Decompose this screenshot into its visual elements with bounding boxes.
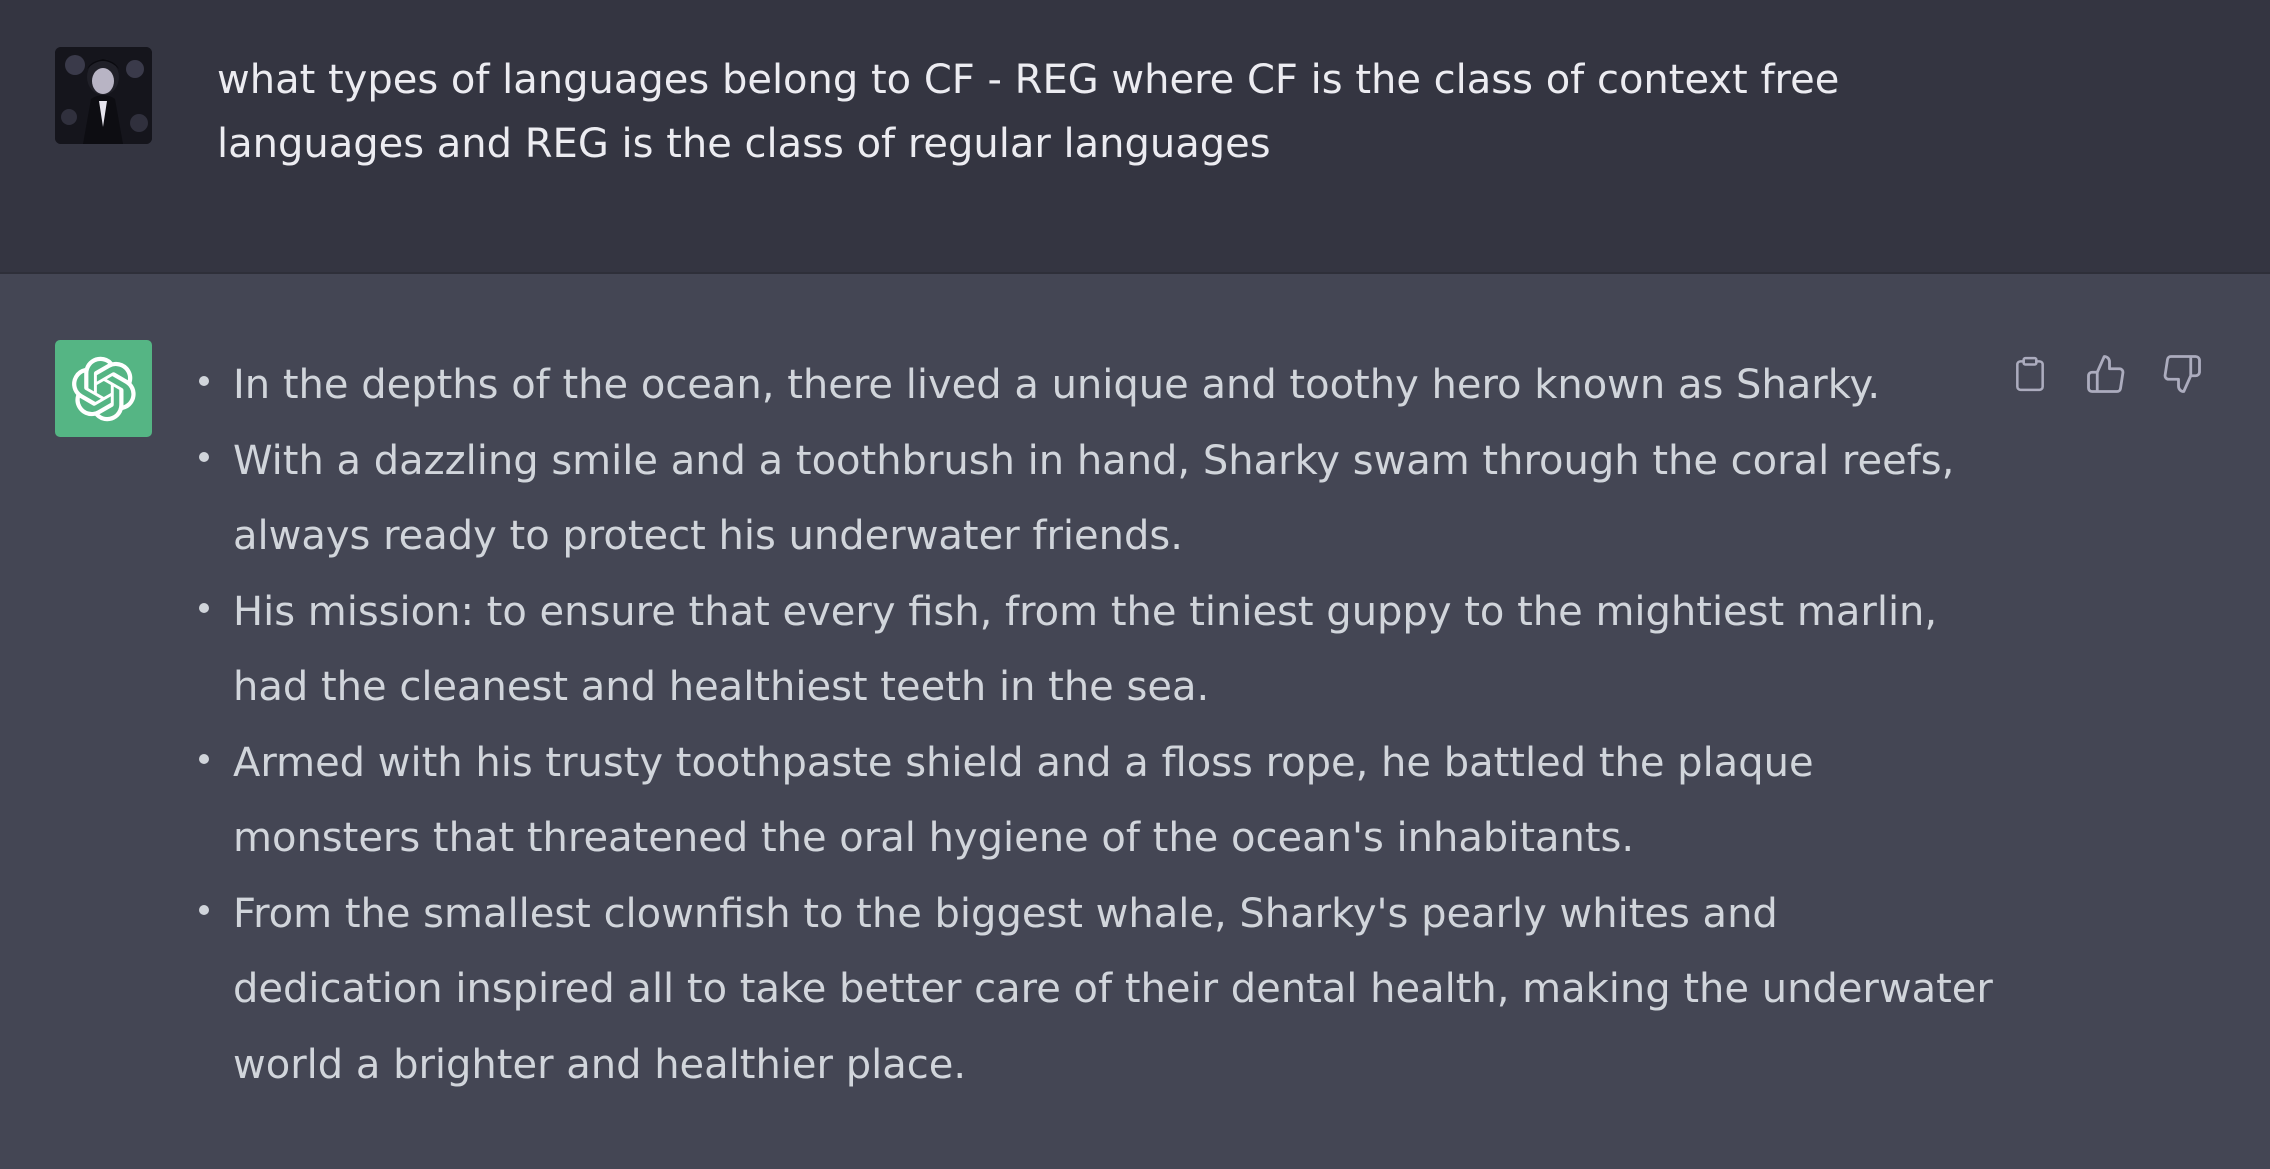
thumbs-up-button[interactable] — [2080, 348, 2132, 400]
thumbs-down-icon — [2163, 355, 2201, 393]
chat-page: what types of languages belong to CF - R… — [0, 0, 2270, 1169]
clipboard-icon — [2016, 356, 2044, 392]
assistant-avatar — [55, 340, 152, 437]
assistant-message-row: In the depths of the ocean, there lived … — [0, 274, 2270, 1169]
list-item: Armed with his trusty toothpaste shield … — [199, 726, 1993, 877]
user-message-row: what types of languages belong to CF - R… — [0, 0, 2270, 274]
thumbs-up-icon — [2087, 355, 2125, 393]
assistant-answer-list: In the depths of the ocean, there lived … — [199, 348, 1993, 1104]
user-avatar — [55, 47, 152, 144]
list-item: His mission: to ensure that every fish, … — [199, 575, 1993, 726]
user-avatar-image — [55, 47, 152, 144]
thumbs-down-button[interactable] — [2156, 348, 2208, 400]
openai-logo-icon — [71, 356, 136, 421]
list-item: From the smallest clownfish to the bigge… — [199, 877, 1993, 1104]
copy-button[interactable] — [2004, 348, 2056, 400]
user-message-text: what types of languages belong to CF - R… — [217, 57, 1840, 167]
message-actions — [2000, 348, 2270, 398]
list-item: In the depths of the ocean, there lived … — [199, 348, 1993, 424]
list-item: With a dazzling smile and a toothbrush i… — [199, 424, 1993, 575]
